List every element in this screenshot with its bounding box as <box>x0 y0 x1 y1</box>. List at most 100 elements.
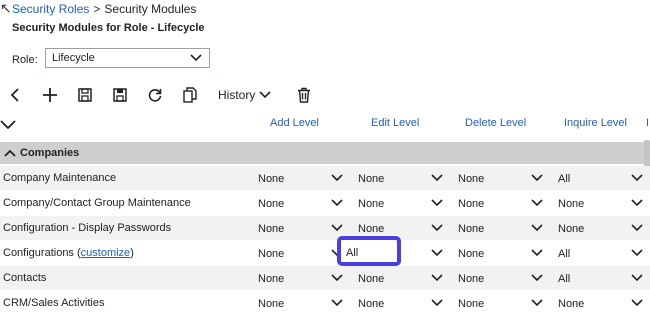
save-icon <box>78 88 92 102</box>
delete-level-select[interactable]: None <box>454 191 550 215</box>
edit-level-select-focused[interactable]: All <box>337 236 401 266</box>
delete-level-select[interactable]: None <box>454 216 550 240</box>
inquire-level-select[interactable]: All <box>554 166 650 190</box>
chevron-down-icon <box>331 199 343 207</box>
chevron-down-icon <box>631 224 643 232</box>
delete-level-select[interactable]: None <box>454 291 550 315</box>
select-value: None <box>458 273 485 285</box>
module-name: Company Maintenance <box>3 172 117 184</box>
breadcrumb-separator: > <box>93 2 101 16</box>
select-value: None <box>358 223 385 235</box>
chevron-down-icon <box>259 91 271 99</box>
collapse-all-icon[interactable] <box>0 119 16 131</box>
section-companies[interactable]: Companies <box>0 142 650 164</box>
table-row: Company Maintenance None None None All <box>0 166 650 190</box>
delete-level-select[interactable]: None <box>454 241 550 265</box>
chevron-down-icon <box>631 199 643 207</box>
history-menu[interactable]: History <box>218 88 271 102</box>
column-header-row: Add Level Edit Level Delete Level Inquir… <box>0 111 650 139</box>
inquire-level-select[interactable]: None <box>554 191 650 215</box>
plus-icon <box>43 88 57 102</box>
select-value: All <box>558 248 571 260</box>
inquire-level-select[interactable]: All <box>554 241 650 265</box>
breadcrumb: Security Roles > Security Modules <box>12 2 196 16</box>
history-label: History <box>218 88 256 102</box>
add-level-select[interactable]: None <box>254 266 350 290</box>
chevron-down-icon <box>431 249 443 257</box>
add-level-select[interactable]: None <box>254 216 350 240</box>
edit-level-select[interactable]: None <box>354 291 450 315</box>
role-select-value: Lifecycle <box>52 52 95 64</box>
table-row: CRM/Sales Activities None None None None <box>0 291 650 315</box>
inquire-level-select[interactable]: All <box>554 266 650 290</box>
breadcrumb-security-roles[interactable]: Security Roles <box>12 2 89 16</box>
chevron-down-icon <box>431 274 443 282</box>
chevron-down-icon <box>531 199 543 207</box>
mouse-cursor-icon: ↖ <box>0 0 12 16</box>
edit-level-select[interactable]: None <box>354 266 450 290</box>
delete-level-select[interactable]: None <box>454 166 550 190</box>
chevron-down-icon <box>531 174 543 182</box>
page-title: Security Modules for Role - Lifecycle <box>12 22 205 34</box>
delete-level-select[interactable]: None <box>454 266 550 290</box>
trash-icon <box>298 87 311 103</box>
select-value: None <box>358 198 385 210</box>
chevron-down-icon <box>331 274 343 282</box>
breadcrumb-security-modules: Security Modules <box>104 2 197 16</box>
table-row: Configurations (customize) None None All <box>0 241 650 265</box>
module-name: Configurations (customize) <box>3 247 134 259</box>
add-level-select[interactable]: None <box>254 191 350 215</box>
col-delete-level[interactable]: Delete Level <box>465 117 526 129</box>
inquire-level-select[interactable]: None <box>554 216 650 240</box>
chevron-down-icon <box>631 249 643 257</box>
scrollbar[interactable] <box>644 140 650 168</box>
col-next-level[interactable]: I <box>646 117 649 129</box>
select-value: None <box>258 273 285 285</box>
table-row: Contacts None None None All <box>0 266 650 290</box>
save-close-button[interactable] <box>109 84 131 106</box>
select-value: None <box>458 173 485 185</box>
select-value: None <box>358 173 385 185</box>
inquire-level-select[interactable]: None <box>554 291 650 315</box>
copy-button[interactable] <box>179 84 201 106</box>
role-select[interactable]: Lifecycle <box>45 48 210 68</box>
role-label: Role: <box>12 54 38 66</box>
add-level-select[interactable]: None <box>254 166 350 190</box>
col-add-level[interactable]: Add Level <box>270 117 319 129</box>
edit-level-select[interactable]: None <box>354 166 450 190</box>
select-value: None <box>458 223 485 235</box>
chevron-down-icon <box>331 174 343 182</box>
select-value: None <box>558 298 585 310</box>
edit-level-select[interactable]: None <box>354 191 450 215</box>
select-value: None <box>358 298 385 310</box>
refresh-button[interactable] <box>144 84 166 106</box>
col-inquire-level[interactable]: Inquire Level <box>564 117 627 129</box>
refresh-icon <box>148 89 162 102</box>
back-button[interactable] <box>4 84 26 106</box>
customize-link[interactable]: customize <box>81 247 131 259</box>
chevron-left-icon <box>10 88 19 102</box>
chevron-down-icon <box>531 249 543 257</box>
chevron-down-icon <box>190 54 202 62</box>
col-edit-level[interactable]: Edit Level <box>371 117 419 129</box>
copy-icon <box>183 87 197 103</box>
select-value: All <box>346 247 359 259</box>
chevron-down-icon <box>631 174 643 182</box>
delete-button[interactable] <box>293 84 315 106</box>
select-value: None <box>258 298 285 310</box>
table-row: Company/Contact Group Maintenance None Non… <box>0 191 650 215</box>
add-level-select[interactable]: None <box>254 241 350 265</box>
toolbar: History <box>0 84 324 106</box>
chevron-down-icon <box>431 199 443 207</box>
add-level-select[interactable]: None <box>254 291 350 315</box>
select-value: All <box>558 173 571 185</box>
select-value: None <box>558 223 585 235</box>
module-name: CRM/Sales Activities <box>3 297 105 309</box>
save-button[interactable] <box>74 84 96 106</box>
section-label: Companies <box>20 147 80 159</box>
table-row: Configuration - Display Passwords None Non… <box>0 216 650 240</box>
module-name: Configuration - Display Passwords <box>3 222 172 234</box>
add-button[interactable] <box>39 84 61 106</box>
select-value: None <box>258 173 285 185</box>
select-value: All <box>558 273 571 285</box>
